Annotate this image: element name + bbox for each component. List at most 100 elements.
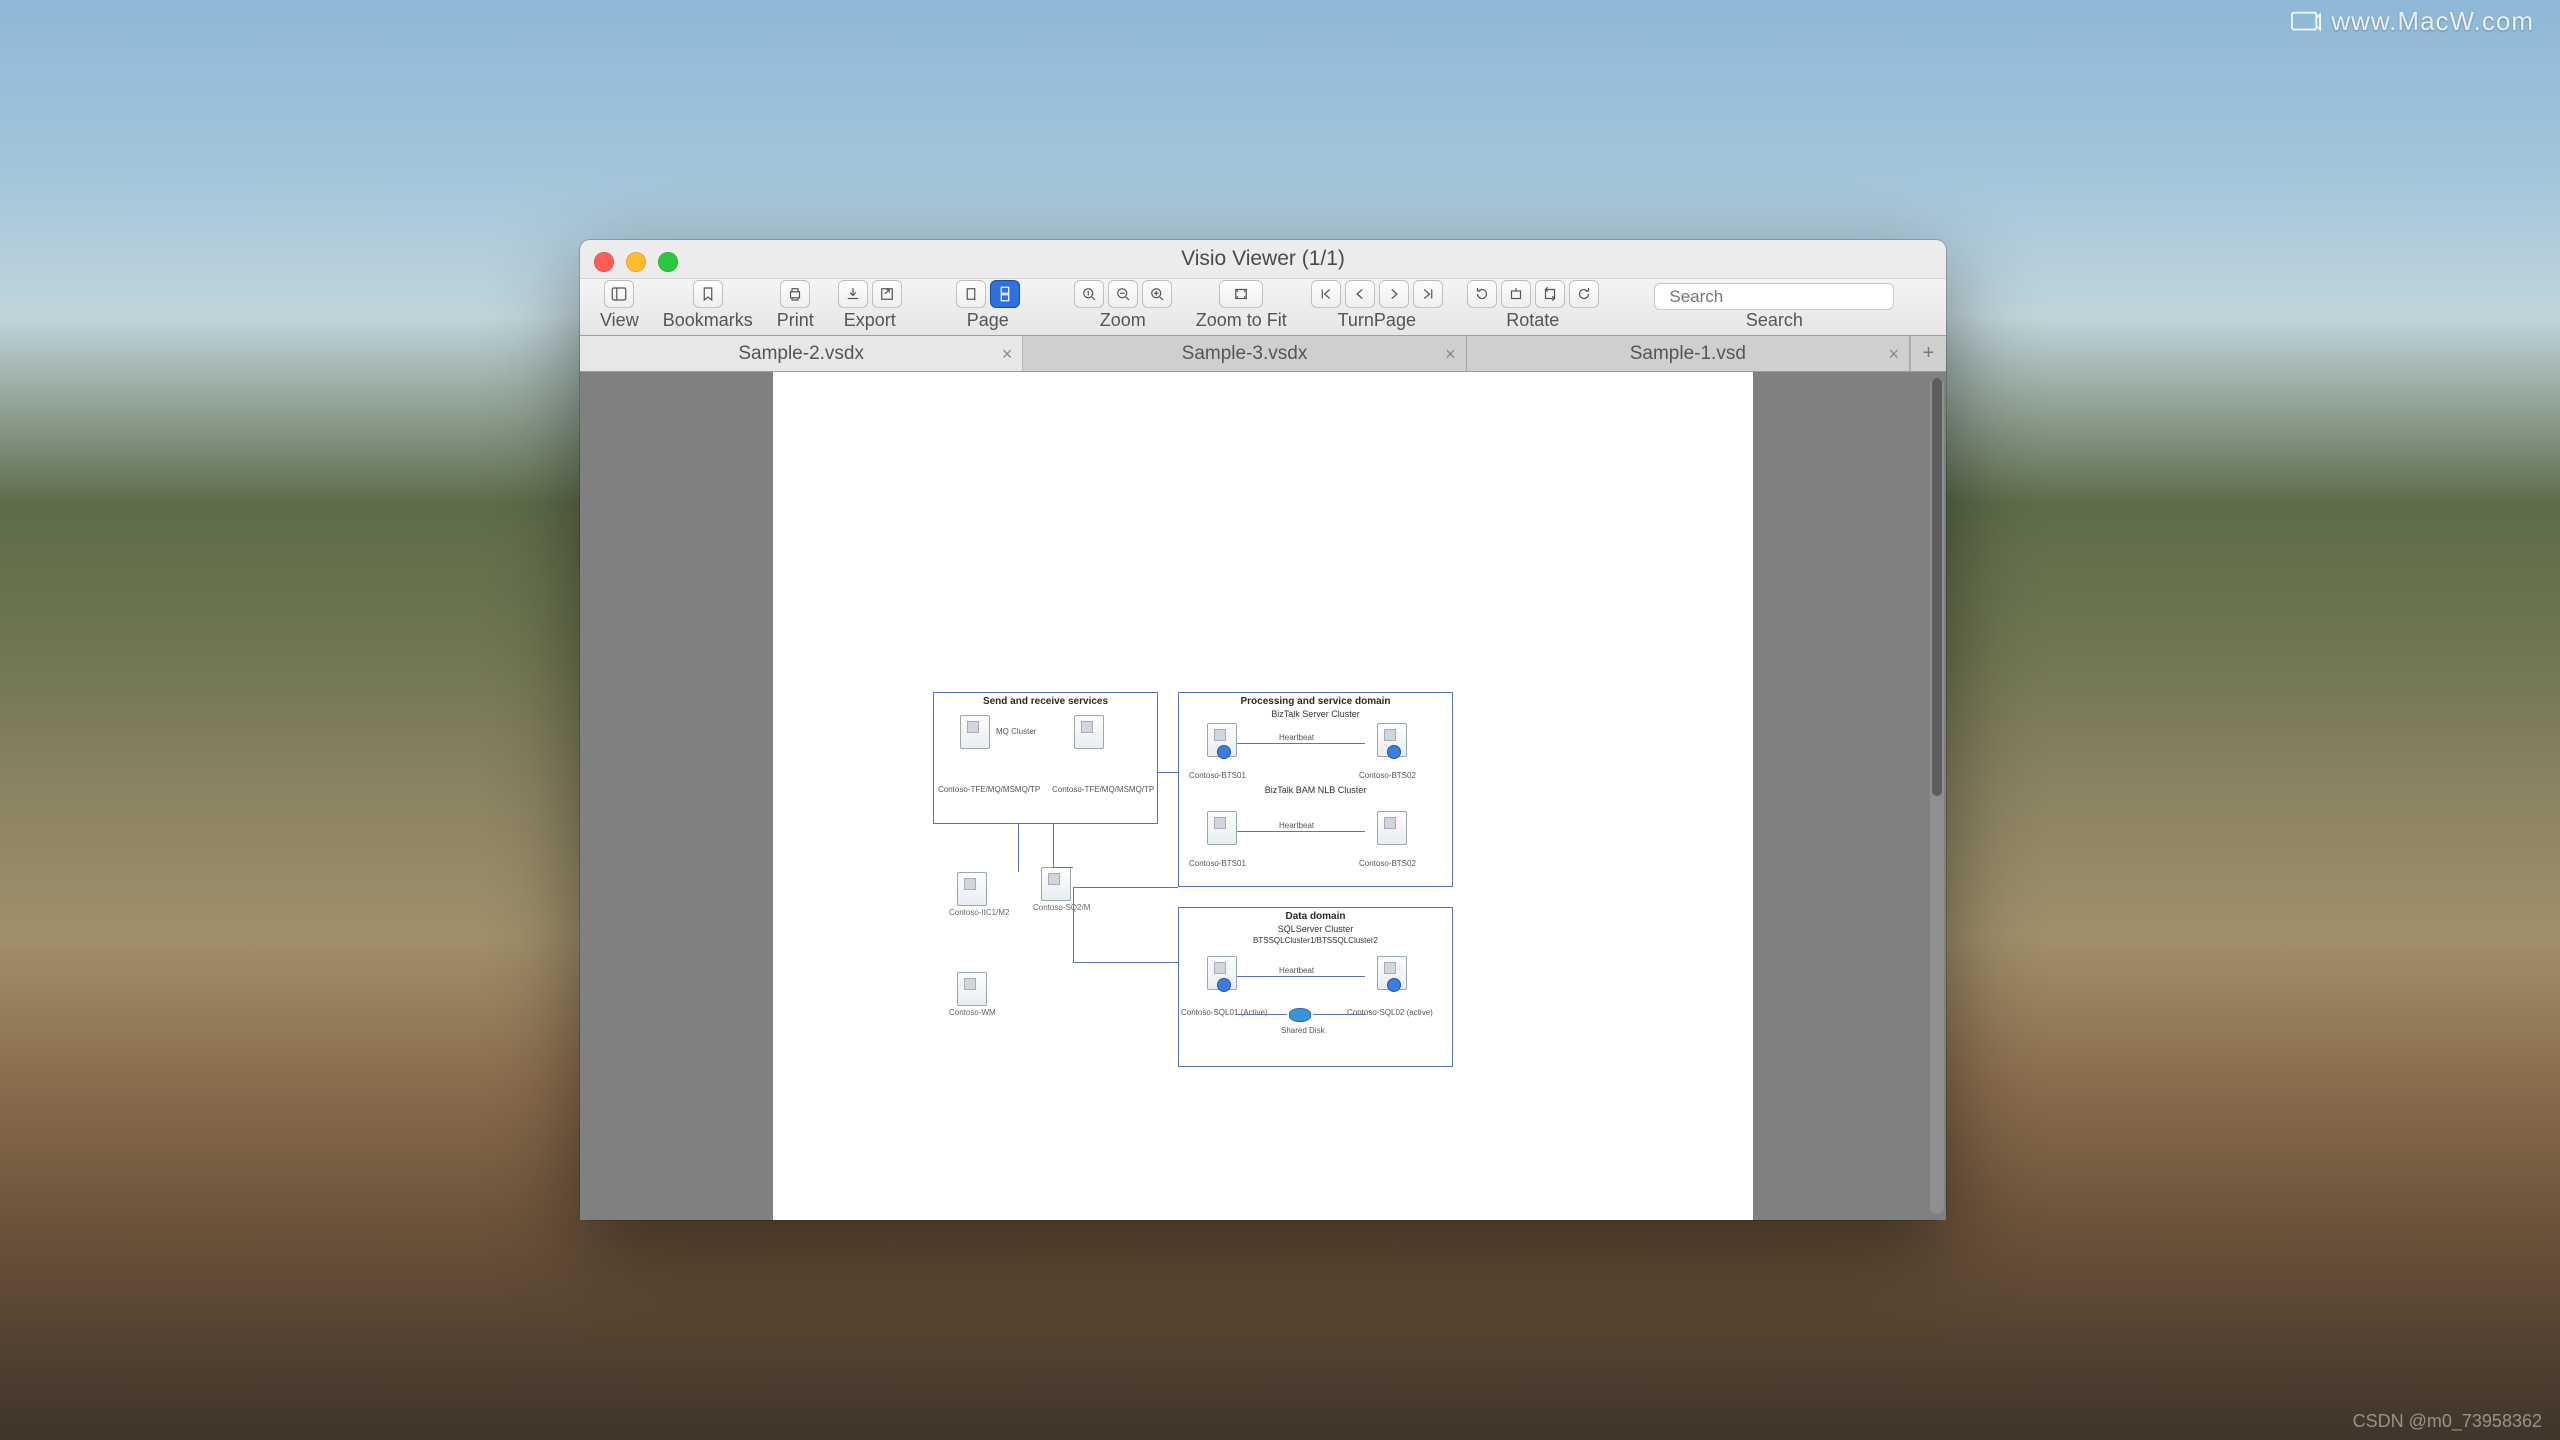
titlebar[interactable]: Visio Viewer (1/1) [580, 240, 1946, 278]
connector-line [1237, 743, 1365, 744]
connector-line [1018, 824, 1019, 872]
heartbeat-label: Heartbeat [1279, 733, 1314, 742]
tab-label: Sample-3.vsdx [1182, 343, 1308, 365]
zoom-to-fit-button[interactable] [1219, 280, 1263, 308]
server-caption: Contoso-TFE/MQ/MSMQ/TP [1052, 785, 1154, 794]
rotate-label: Rotate [1506, 310, 1559, 331]
print-button[interactable] [780, 280, 810, 308]
zoom-to-fit-label: Zoom to Fit [1196, 310, 1287, 331]
tab-strip: Sample-2.vsdx × Sample-3.vsdx × Sample-1… [580, 336, 1946, 372]
close-button[interactable] [594, 252, 614, 272]
server-icon [952, 715, 998, 751]
tab-label: Sample-2.vsdx [738, 343, 864, 365]
connector-line [1073, 887, 1178, 888]
server-icon [1369, 811, 1415, 847]
vertical-scrollbar[interactable] [1930, 378, 1944, 1214]
server-caption: Contoso-SQL02 (active) [1347, 1008, 1433, 1017]
connector-line [1313, 1014, 1365, 1015]
watermark-text: www.MacW.com [2331, 6, 2534, 37]
page-continuous-button[interactable] [990, 280, 1020, 308]
server-caption: Contoso-BTS02 [1359, 859, 1416, 868]
zoom-out-button[interactable] [1108, 280, 1138, 308]
first-page-button[interactable] [1311, 280, 1341, 308]
document-viewport[interactable]: Send and receive services MQ Cluster Con… [580, 372, 1946, 1220]
bookmarks-label: Bookmarks [663, 310, 753, 331]
document-page: Send and receive services MQ Cluster Con… [773, 372, 1753, 1220]
turnpage-label: TurnPage [1338, 310, 1416, 331]
box-subtitle: BizTalk BAM NLB Cluster [1183, 785, 1448, 795]
rotate-180-button[interactable] [1535, 280, 1565, 308]
last-page-button[interactable] [1413, 280, 1443, 308]
heartbeat-label: Heartbeat [1279, 966, 1314, 975]
box-title: Send and receive services [938, 696, 1153, 707]
connector-line [1053, 867, 1073, 868]
scrollbar-thumb[interactable] [1932, 378, 1942, 796]
tab-close-button[interactable]: × [1888, 345, 1899, 363]
tab-close-button[interactable]: × [1002, 345, 1013, 363]
server-icon [1199, 723, 1245, 759]
connector-line [1158, 772, 1178, 773]
zoom-button[interactable] [658, 252, 678, 272]
server-caption: Contoso-BTS01 [1189, 771, 1246, 780]
diagram-box-data: Data domain SQLServer Cluster BTSSQLClus… [1178, 907, 1453, 1067]
heartbeat-label: Heartbeat [1279, 821, 1314, 830]
window-controls [594, 252, 678, 272]
minimize-button[interactable] [626, 252, 646, 272]
view-button[interactable] [604, 280, 634, 308]
server-caption: Contoso-BTS02 [1359, 771, 1416, 780]
watermark-bottom-right: CSDN @m0_73958362 [2353, 1411, 2542, 1432]
toolbar: View Bookmarks Print Export [580, 278, 1946, 336]
box-subtitle: BTSSQLCluster1/BTSSQLCluster2 [1183, 936, 1448, 945]
diagram-box-send-receive: Send and receive services MQ Cluster Con… [933, 692, 1158, 824]
server-icon [1199, 811, 1245, 847]
box-subtitle: SQLServer Cluster [1183, 924, 1448, 934]
view-label: View [600, 310, 639, 331]
server-icon [1066, 715, 1112, 751]
export-download-button[interactable] [838, 280, 868, 308]
page-label: Page [967, 310, 1009, 331]
export-share-button[interactable] [872, 280, 902, 308]
box-title: Data domain [1183, 911, 1448, 922]
tab-sample-2[interactable]: Sample-2.vsdx × [580, 336, 1023, 371]
box-subtitle: BizTalk Server Cluster [1183, 709, 1448, 719]
server-icon: Contoso-WM [949, 972, 995, 1017]
rotate-90-button[interactable] [1501, 280, 1531, 308]
connector-line [1053, 824, 1054, 867]
box-title: Processing and service domain [1183, 696, 1448, 707]
search-field[interactable] [1654, 283, 1894, 310]
bookmarks-button[interactable] [693, 280, 723, 308]
next-page-button[interactable] [1379, 280, 1409, 308]
shared-disk-label: Shared Disk [1281, 1026, 1325, 1035]
tab-sample-3[interactable]: Sample-3.vsdx × [1023, 336, 1466, 371]
zoom-actual-button[interactable] [1074, 280, 1104, 308]
prev-page-button[interactable] [1345, 280, 1375, 308]
connector-line [1237, 831, 1365, 832]
search-input[interactable] [1669, 287, 1890, 307]
zoom-in-button[interactable] [1142, 280, 1172, 308]
connector-line [1237, 1014, 1287, 1015]
server-caption: Contoso-TFE/MQ/MSMQ/TP [938, 785, 1040, 794]
desktop-wallpaper: www.MacW.com CSDN @m0_73958362 Visio Vie… [0, 0, 2560, 1440]
zoom-label: Zoom [1100, 310, 1146, 331]
rotate-left-button[interactable] [1467, 280, 1497, 308]
new-tab-button[interactable]: + [1910, 336, 1946, 371]
server-icon [1369, 723, 1415, 759]
tab-sample-1[interactable]: Sample-1.vsd × [1467, 336, 1910, 371]
connector-line [1073, 962, 1178, 963]
server-caption: Contoso-SQL01 (Active) [1181, 1008, 1268, 1017]
export-label: Export [844, 310, 896, 331]
server-caption: Contoso-BTS01 [1189, 859, 1246, 868]
server-icon [1199, 956, 1245, 992]
page-single-button[interactable] [956, 280, 986, 308]
server-icon [1369, 956, 1415, 992]
server-icon: Contoso-IIC1/M2 [949, 872, 995, 917]
diagram-box-processing: Processing and service domain BizTalk Se… [1178, 692, 1453, 887]
connector-line [1237, 976, 1365, 977]
window-title: Visio Viewer (1/1) [1181, 247, 1345, 271]
app-window: Visio Viewer (1/1) View Bookmarks Print … [580, 240, 1946, 1220]
server-label: MQ Cluster [996, 727, 1036, 736]
rotate-right-button[interactable] [1569, 280, 1599, 308]
tab-close-button[interactable]: × [1445, 345, 1456, 363]
print-label: Print [777, 310, 814, 331]
disk-icon [1289, 1008, 1311, 1022]
